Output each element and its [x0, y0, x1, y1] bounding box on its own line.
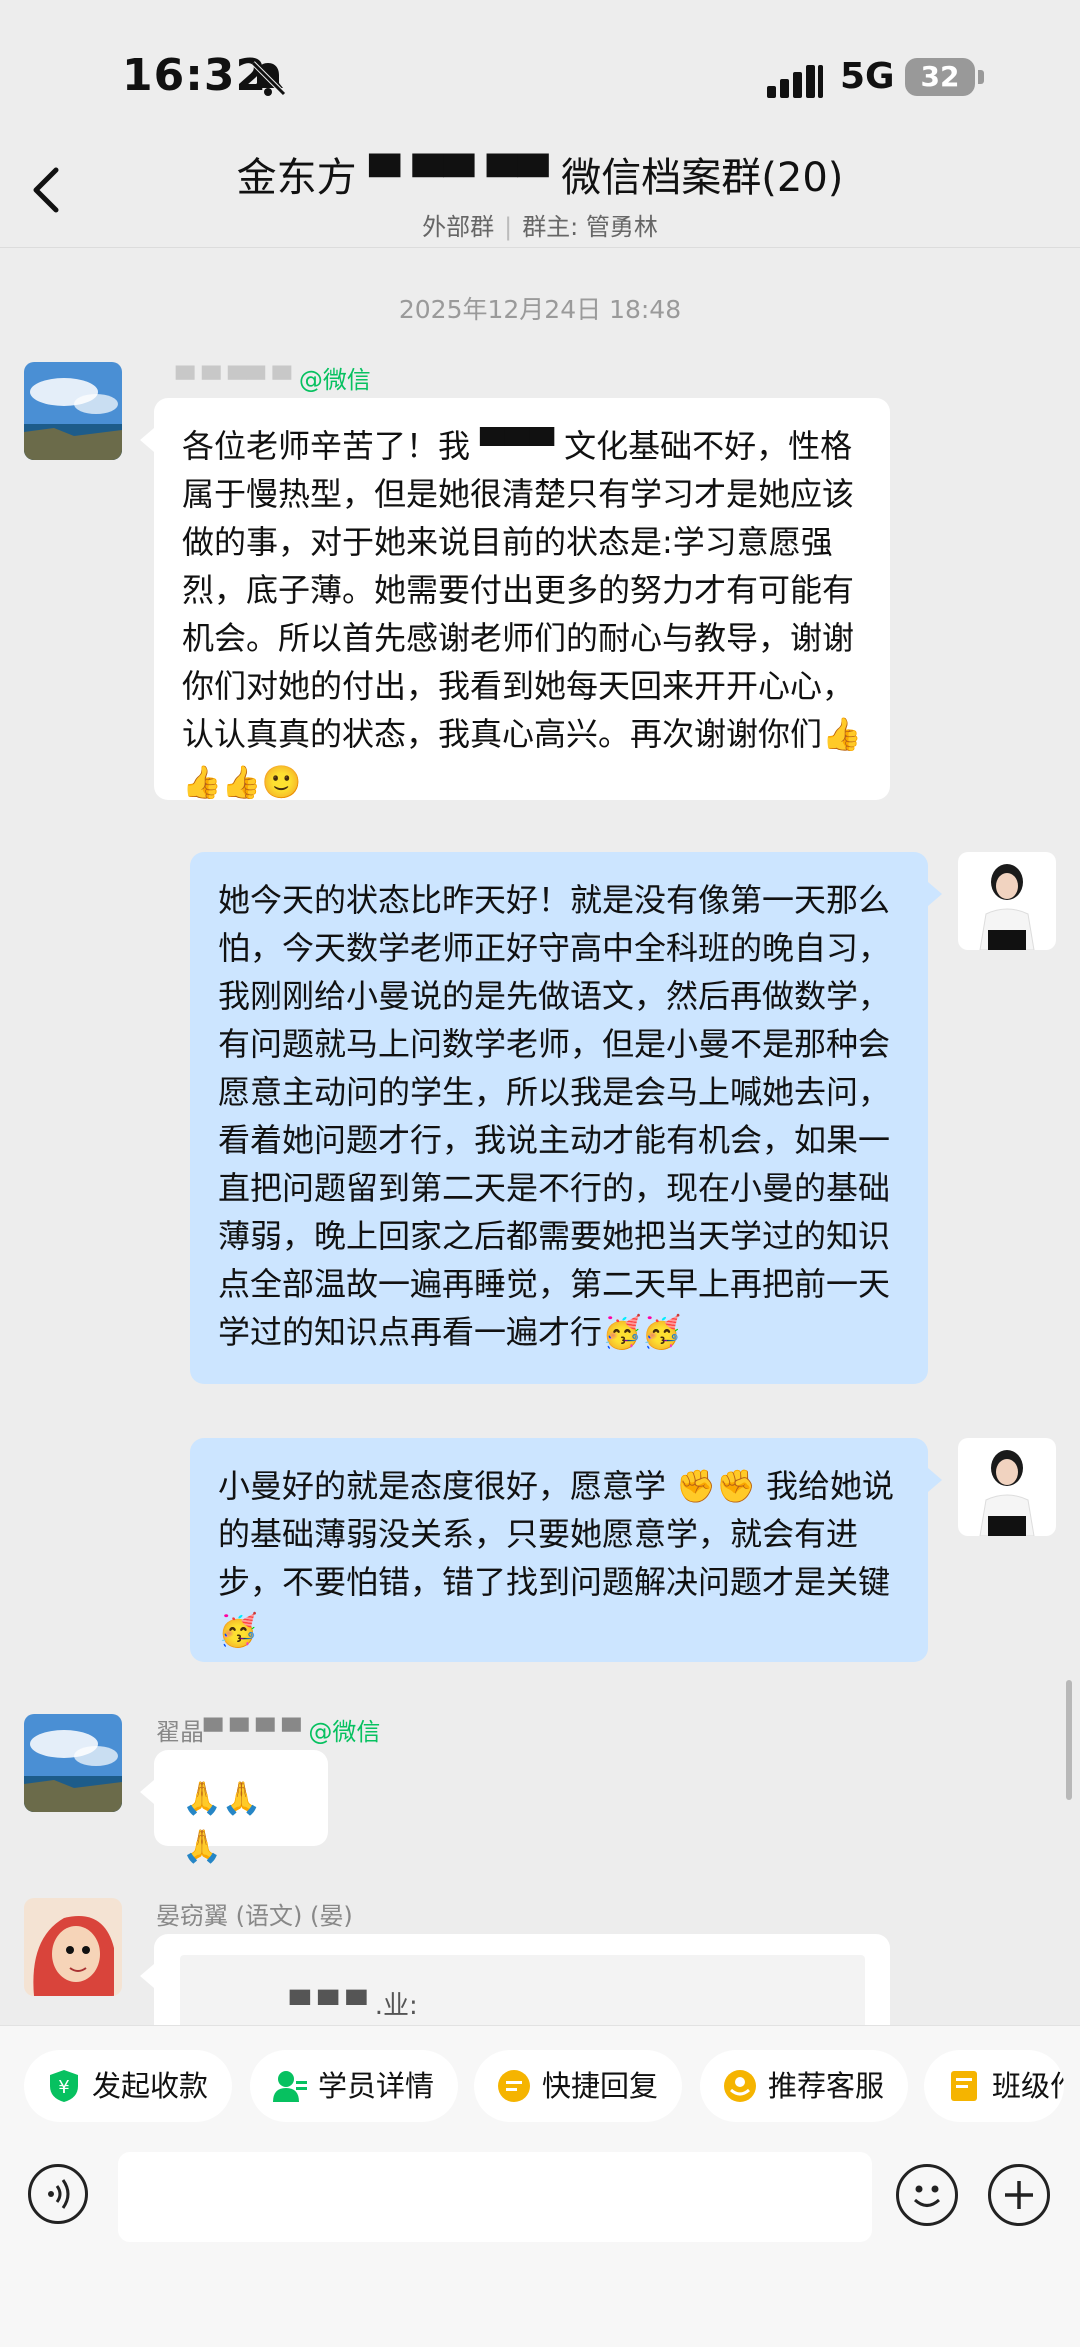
- avatar[interactable]: [24, 362, 122, 460]
- signal-icon: [767, 65, 823, 98]
- chip-recommend-service[interactable]: 推荐客服: [700, 2050, 909, 2122]
- homework-icon: [951, 2071, 977, 2101]
- chip-label: 班级作: [992, 2069, 1064, 2103]
- message-text: 🙏🙏🙏: [182, 1779, 262, 1865]
- payment-shield-icon: ¥: [50, 2070, 78, 2102]
- avatar[interactable]: [24, 1714, 122, 1812]
- sender-name-text: ▀ ▀ ▀▀ ▀: [176, 366, 292, 394]
- smile-emoji: 🙂: [261, 763, 302, 801]
- scrollbar[interactable]: [1066, 1680, 1072, 1800]
- wechat-tag: @微信: [308, 1718, 381, 1746]
- party-emoji: 🥳: [602, 1313, 642, 1351]
- message-text: 各位老师辛苦了！我 ▀▀▀ 文化基础不好，性格属于慢热型，但是她很清楚只有学习才…: [182, 427, 855, 753]
- party-emoji: 🥳: [641, 1313, 682, 1351]
- message-text: 她今天的状态比昨天好！就是没有像第一天那么怕，今天数学老师正好守高中全科班的晚自…: [218, 881, 891, 1351]
- plus-icon[interactable]: [988, 2164, 1050, 2226]
- message-text: 小曼好的就是态度很好，愿意学 ✊✊ 我给她说的基础薄弱没关系，只要她愿意学，就会…: [218, 1467, 895, 1601]
- status-time: 16:32: [122, 50, 268, 101]
- avatar-seascape-image: [24, 1714, 122, 1812]
- group-owner-label: 群主: 管勇林: [522, 213, 658, 241]
- message-input[interactable]: [118, 2152, 872, 2242]
- battery-cap: [978, 70, 984, 84]
- external-group-label: 外部群: [422, 213, 495, 241]
- quick-reply-icon: [498, 2070, 530, 2102]
- chat-subtitle: 外部群 | 群主: 管勇林: [0, 207, 1080, 242]
- thumbs-up-emoji: 👍: [221, 763, 262, 801]
- chip-quick-reply[interactable]: 快捷回复: [474, 2050, 683, 2122]
- voice-wave-icon: [48, 2179, 70, 2209]
- sender-name: 翟晶▀ ▀ ▀ ▀ @微信: [156, 1712, 380, 1747]
- subtitle-divider: |: [504, 213, 513, 241]
- wechat-tag: @微信: [298, 366, 371, 394]
- avatar[interactable]: [958, 1438, 1056, 1536]
- plus-sign-icon: [1005, 2181, 1033, 2209]
- thumbs-up-emoji: 👍: [182, 763, 222, 801]
- chip-start-payment[interactable]: ¥ 发起收款: [24, 2050, 233, 2122]
- sender-name: 晏窃翼 (语文) (晏): [156, 1902, 353, 1930]
- thumbs-up-emoji: 👍: [822, 715, 862, 753]
- chip-label: 学员详情: [318, 2069, 435, 2103]
- avatar-seascape-image: [24, 362, 122, 460]
- chip-label: 发起收款: [92, 2069, 209, 2103]
- user-details-icon: [273, 2071, 307, 2102]
- message-bubble[interactable]: 她今天的状态比昨天好！就是没有像第一天那么怕，今天数学老师正好守高中全科班的晚自…: [190, 852, 942, 1384]
- avatar[interactable]: [958, 852, 1056, 950]
- network-type: 5G: [840, 56, 895, 97]
- party-emoji: 🥳: [218, 1611, 258, 1649]
- chat-header: 金东方 ▀ ▀▀ ▀▀ 微信档案群(20) 外部群 | 群主: 管勇林: [0, 135, 1080, 248]
- avatar-teacher-image: [958, 1438, 1056, 1536]
- chat-title[interactable]: 金东方 ▀ ▀▀ ▀▀ 微信档案群(20): [0, 145, 1080, 203]
- chip-label: 快捷回复: [542, 2069, 659, 2103]
- chip-class-homework[interactable]: 班级作: [924, 2050, 1064, 2122]
- sender-name-text: 翟晶▀ ▀ ▀ ▀: [156, 1718, 301, 1746]
- customer-service-icon: [724, 2070, 756, 2102]
- chip-student-details[interactable]: 学员详情: [250, 2050, 459, 2122]
- message-bubble[interactable]: 🙏🙏🙏: [140, 1750, 328, 1865]
- avatar-cartoon-image: [24, 1898, 122, 1996]
- battery-indicator: 32: [905, 58, 975, 96]
- svg-text:¥: ¥: [58, 2077, 69, 2098]
- sender-name: ▀ ▀ ▀▀ ▀ @微信: [176, 360, 371, 395]
- bell-muted-icon: [251, 61, 286, 96]
- avatar[interactable]: [24, 1898, 122, 1996]
- emoji-icon[interactable]: [896, 2164, 958, 2226]
- avatar-teacher-image: [958, 852, 1056, 950]
- message-timestamp: 2025年12月24日 18:48: [398, 295, 682, 324]
- quoted-message-text: ▀ ▀ ▀ .业:: [290, 1991, 418, 2021]
- chip-label: 推荐客服: [768, 2069, 885, 2103]
- message-bubble[interactable]: 小曼好的就是态度很好，愿意学 ✊✊ 我给她说的基础薄弱没关系，只要她愿意学，就会…: [190, 1438, 942, 1662]
- input-row: [0, 2150, 1080, 2250]
- message-bubble[interactable]: 各位老师辛苦了！我 ▀▀▀ 文化基础不好，性格属于慢热型，但是她很清楚只有学习才…: [140, 398, 890, 801]
- voice-icon[interactable]: [28, 2164, 88, 2224]
- status-bar: 16:32 5G 32: [0, 0, 1080, 135]
- smiley-icon: [913, 2185, 941, 2207]
